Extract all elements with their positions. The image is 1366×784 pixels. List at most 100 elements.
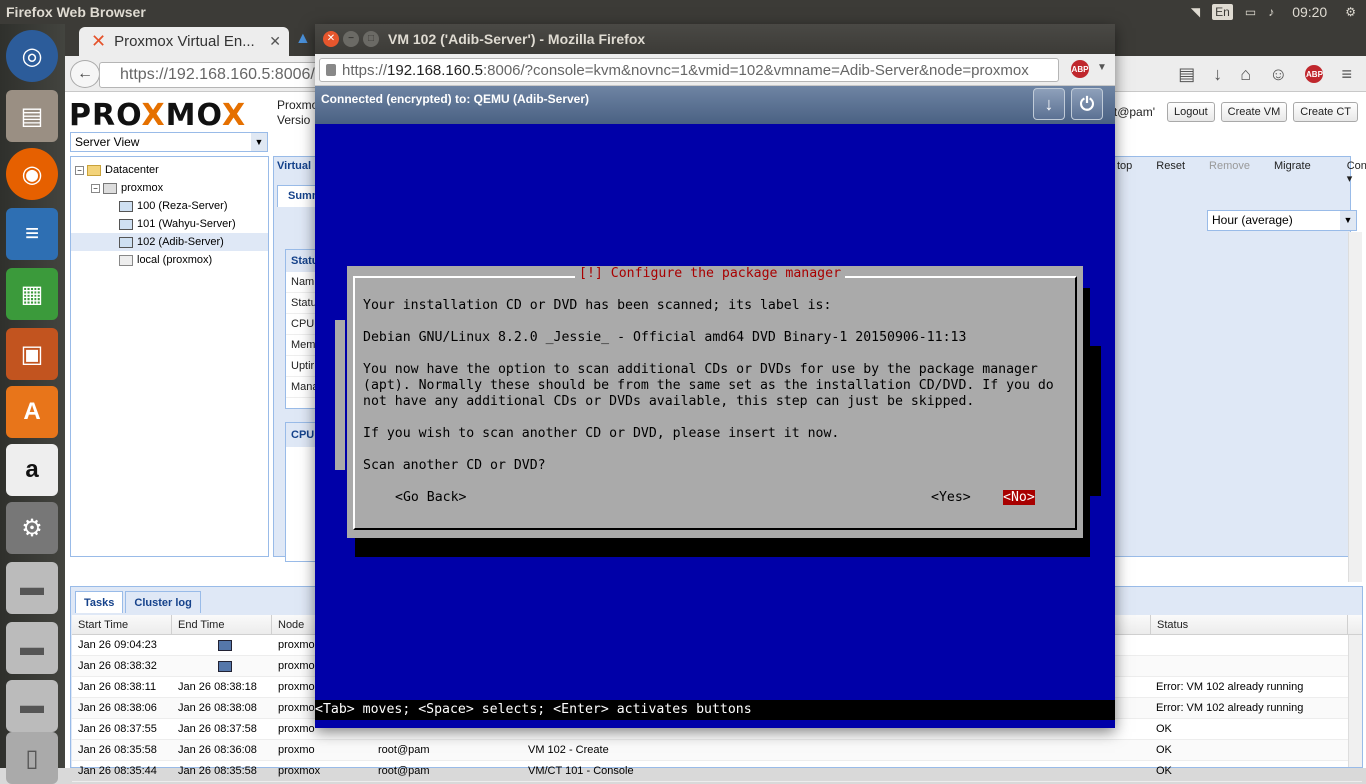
software-center-icon[interactable]: A [6,386,58,438]
yes-button[interactable]: <Yes> [931,490,971,505]
version-info: Proxmo Versio [277,98,319,127]
drive-icon[interactable]: ▬ [6,622,58,674]
maximize-window-icon[interactable]: □ [363,31,379,47]
firefox-icon[interactable]: ◉ [6,148,58,200]
files-icon[interactable]: ▤ [6,90,58,142]
clock[interactable]: 09:20 [1292,4,1327,20]
connection-status: Connected (encrypted) to: QEMU (Adib-Ser… [321,92,590,106]
tab-summary[interactable]: Summ [277,185,322,207]
lock-icon [326,64,336,76]
volume-icon[interactable]: ♪ [1268,5,1274,19]
monitor-icon [119,218,133,230]
tab-proxmox[interactable]: ✕ Proxmox Virtual En... ✕ [79,27,289,56]
close-window-icon[interactable]: ✕ [323,31,339,47]
adblock-icon[interactable]: ABP [1071,60,1089,78]
monitor-icon [119,200,133,212]
console-button[interactable]: Console ▾ [1323,160,1366,185]
chevron-down-icon[interactable]: ▼ [1097,62,1107,73]
create-ct-button[interactable]: Create CT [1293,102,1358,122]
column-end-time[interactable]: End Time [172,615,272,635]
close-tab-icon[interactable]: ✕ [269,33,281,50]
emoji-icon[interactable]: ☺ [1269,64,1287,85]
nav-toolbar-icons: ▤ ↓ ⌂ ☺ ABP ≡ [1178,56,1366,92]
server-view-select[interactable]: Server View ▼ [70,132,268,152]
dialog-text: not have any additional CDs or DVDs avai… [363,394,975,409]
vm-screen[interactable]: [!] Configure the package manager Your i… [315,124,1115,728]
home-icon[interactable]: ⌂ [1240,64,1251,85]
reset-button[interactable]: Reset [1144,160,1197,185]
proxmox-logo: PROXMOX [69,98,247,133]
column-status[interactable]: Status [1150,615,1348,635]
gear-icon[interactable]: ⚙ [1345,5,1356,19]
console-window-title: VM 102 ('Adib-Server') - Mozilla Firefox [315,24,1115,54]
dialog-text: Debian GNU/Linux 8.2.0 _Jessie_ - Offici… [363,330,967,345]
battery-icon[interactable]: ▭ [1245,5,1256,19]
drive-icon[interactable]: ▬ [6,562,58,614]
create-vm-button[interactable]: Create VM [1220,102,1288,122]
tree-item-vm-101[interactable]: 101 (Wahyu-Server) [71,215,268,233]
monitor-icon [218,639,232,651]
tree-item-vm-102[interactable]: 102 (Adib-Server) [71,233,268,251]
trash-icon[interactable]: ▯ [6,732,58,784]
panel-scrollbar[interactable] [1348,232,1362,582]
collapse-toggle-icon[interactable]: − [91,183,100,193]
installer-dialog: [!] Configure the package manager Your i… [347,266,1083,538]
console-url-bar[interactable]: https://192.168.160.5:8006/?console=kvm&… [319,58,1059,82]
chevron-down-icon[interactable]: ▼ [251,133,267,151]
tree-item-node[interactable]: − proxmox [71,179,268,197]
remove-button[interactable]: Remove [1197,160,1262,185]
dialog-text: You now have the option to scan addition… [363,362,1038,377]
drive-icon[interactable]: ▬ [6,680,58,732]
tab-title: Proxmox Virtual En... [114,33,255,50]
back-button[interactable]: ← [70,60,100,88]
impress-icon[interactable]: ▣ [6,328,58,380]
no-button[interactable]: <No> [1003,490,1035,505]
dialog-text: Your installation CD or DVD has been sca… [363,298,832,313]
monitor-icon [218,660,232,672]
url-bar[interactable]: https://192.168.160.5:8006/ [99,62,319,88]
wifi-icon[interactable]: ◥ [1191,5,1200,19]
collapse-toggle-icon[interactable]: − [75,165,84,175]
tab-tasks[interactable]: Tasks [75,591,124,613]
dialog-question: Scan another CD or DVD? [363,458,546,473]
server-icon [103,182,117,194]
installer-help-line: <Tab> moves; <Space> selects; <Enter> ac… [315,700,1115,720]
log-tabs: Tasks Cluster log [75,591,201,613]
resource-tree: − Datacenter − proxmox 100 (Reza-Server) 1… [70,156,269,557]
table-row[interactable]: Jan 26 08:35:58 Jan 26 08:36:08 proxmo r… [72,740,1362,761]
power-icon[interactable]: ⏻ [1071,88,1103,120]
logout-button[interactable]: Logout [1167,102,1215,122]
migrate-button[interactable]: Migrate [1262,160,1323,185]
amazon-icon[interactable]: a [6,444,58,496]
timeframe-select[interactable]: Hour (average) ▼ [1207,210,1357,231]
system-tray: ◥ En ▭ ♪ 09:20 ⚙ [1191,0,1366,24]
panel-title: Virtual [277,160,312,172]
monitor-icon [119,236,133,248]
adblock-icon[interactable]: ABP [1305,65,1324,83]
vm-toolbar: top Reset Remove Migrate Console ▾ [1105,160,1366,185]
minimize-window-icon[interactable]: − [343,31,359,47]
column-start-time[interactable]: Start Time [72,615,172,635]
calc-icon[interactable]: ▦ [6,268,58,320]
novnc-status-bar: Connected (encrypted) to: QEMU (Adib-Ser… [315,86,1115,124]
reading-list-icon[interactable]: ▤ [1178,64,1195,85]
chevron-down-icon[interactable]: ▼ [1340,211,1356,230]
storage-icon [119,254,133,266]
tasks-scrollbar[interactable] [1348,635,1362,767]
dialog-text: (apt). Normally these should be from the… [363,378,1054,393]
send-keys-icon[interactable]: ↓ [1033,88,1065,120]
tab-cluster-log[interactable]: Cluster log [125,591,201,613]
dialog-text: If you wish to scan another CD or DVD, p… [363,426,840,441]
folder-icon [87,164,101,176]
ubuntu-dash-icon[interactable]: ◎ [6,30,58,82]
system-settings-icon[interactable]: ⚙ [6,502,58,554]
menu-icon[interactable]: ≡ [1341,64,1352,85]
table-row[interactable]: Jan 26 08:35:44 Jan 26 08:35:58 proxmox … [72,761,1362,782]
tree-item-vm-100[interactable]: 100 (Reza-Server) [71,197,268,215]
go-back-button[interactable]: <Go Back> [395,490,466,505]
tree-item-storage[interactable]: local (proxmox) [71,251,268,269]
download-icon[interactable]: ↓ [1213,64,1222,85]
writer-icon[interactable]: ≡ [6,208,58,260]
keyboard-layout-indicator[interactable]: En [1212,4,1233,20]
tree-item-datacenter[interactable]: − Datacenter [71,161,268,179]
